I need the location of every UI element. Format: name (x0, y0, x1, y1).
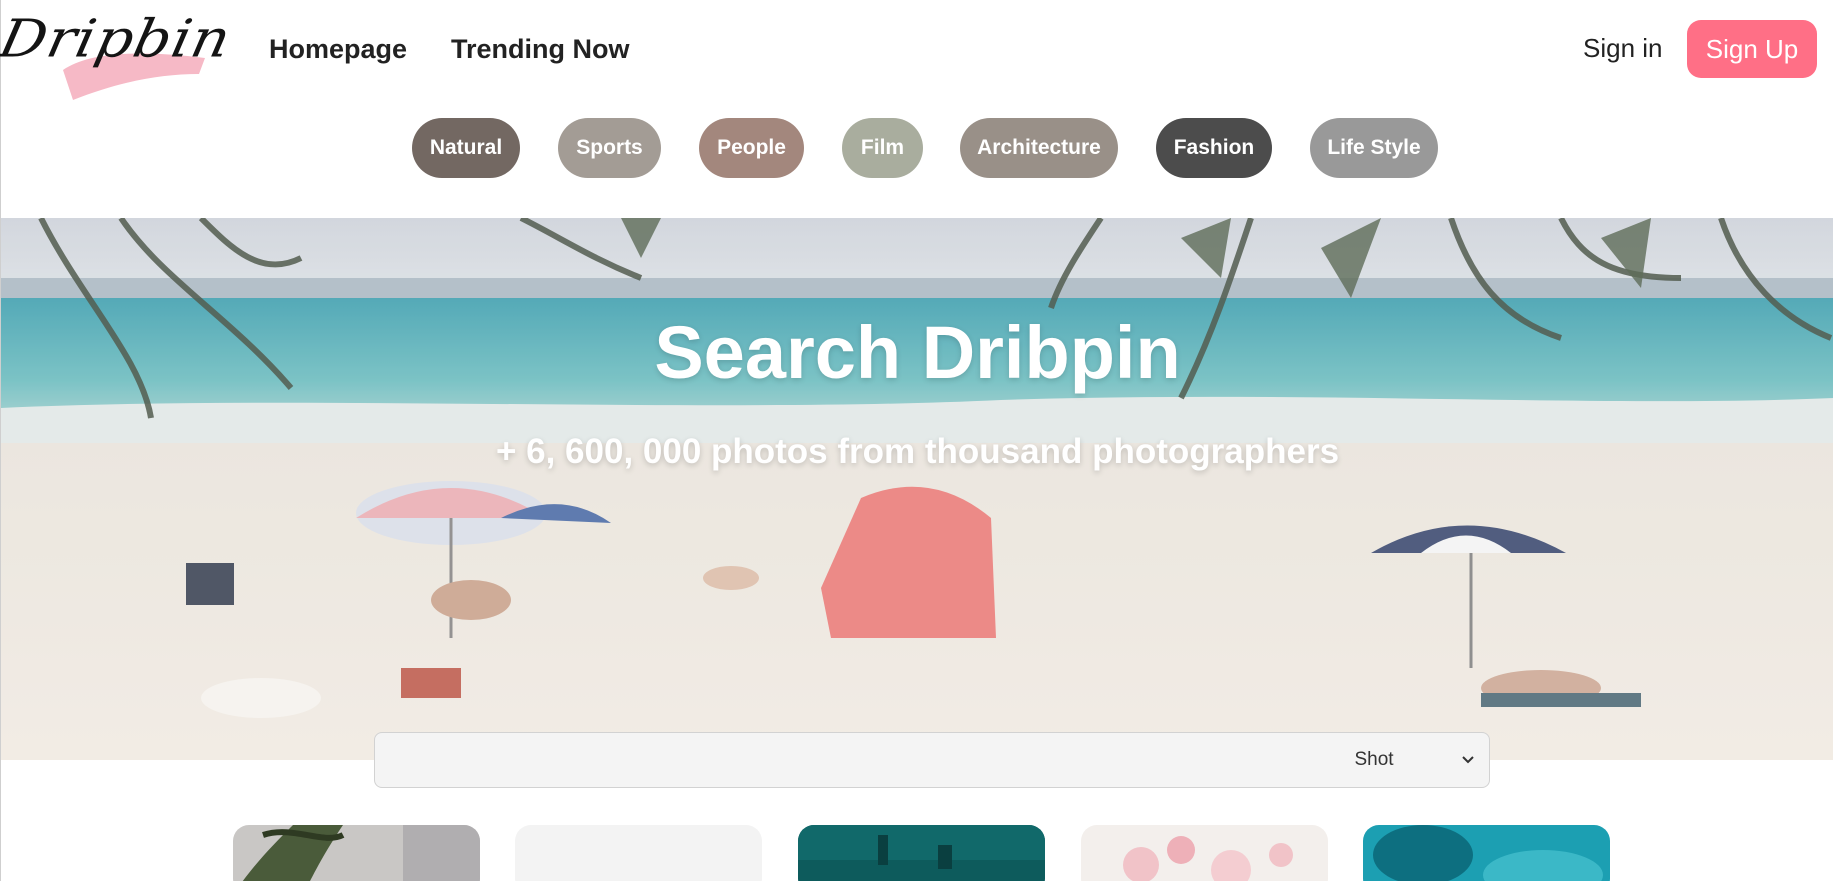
category-pill-natural[interactable]: Natural (412, 118, 520, 178)
chevron-down-icon (1462, 756, 1474, 764)
thumbnail-image (515, 825, 762, 881)
category-bar: Natural Sports People Film Architecture … (1, 118, 1833, 180)
category-pill-architecture[interactable]: Architecture (960, 118, 1118, 178)
sign-in-link[interactable]: Sign in (1583, 33, 1663, 64)
thumbnail-plant-window[interactable] (233, 825, 480, 881)
search-type-select[interactable]: Shot (1299, 741, 1479, 779)
thumbnail-light-grey[interactable] (515, 825, 762, 881)
nav-trending-link[interactable]: Trending Now (451, 34, 630, 65)
nav-homepage-link[interactable]: Homepage (269, 34, 407, 65)
category-pill-sports[interactable]: Sports (558, 118, 661, 178)
thumbnail-image (233, 825, 480, 881)
hero-title: Search Dribpin (654, 311, 1181, 394)
logo[interactable]: Dripbin (0, 6, 243, 102)
logo-text: Dripbin (0, 8, 237, 70)
thumbnail-image (1081, 825, 1328, 881)
category-pill-life-style[interactable]: Life Style (1310, 118, 1438, 178)
thumbnail-turquoise[interactable] (1363, 825, 1610, 881)
hero-overlay (1, 218, 1833, 760)
thumbnail-image (1363, 825, 1610, 881)
category-pill-film[interactable]: Film (842, 118, 923, 178)
search-bar: Shot (374, 732, 1490, 788)
category-pill-fashion[interactable]: Fashion (1156, 118, 1272, 178)
thumbnail-cherry-blossom[interactable] (1081, 825, 1328, 881)
thumbnail-image (798, 825, 1045, 881)
top-header: Dripbin Homepage Trending Now Sign in Si… (0, 0, 1833, 102)
search-type-selected: Shot (1354, 749, 1394, 770)
sign-up-button[interactable]: Sign Up (1687, 20, 1817, 78)
hero-banner: Search Dribpin + 6, 600, 000 photos from… (1, 218, 1833, 760)
thumbnail-teal-water[interactable] (798, 825, 1045, 881)
page: Dripbin Homepage Trending Now Sign in Si… (0, 0, 1833, 881)
search-input[interactable] (375, 733, 1275, 787)
hero-subtitle: + 6, 600, 000 photos from thousand photo… (495, 432, 1340, 471)
category-pill-people[interactable]: People (699, 118, 804, 178)
